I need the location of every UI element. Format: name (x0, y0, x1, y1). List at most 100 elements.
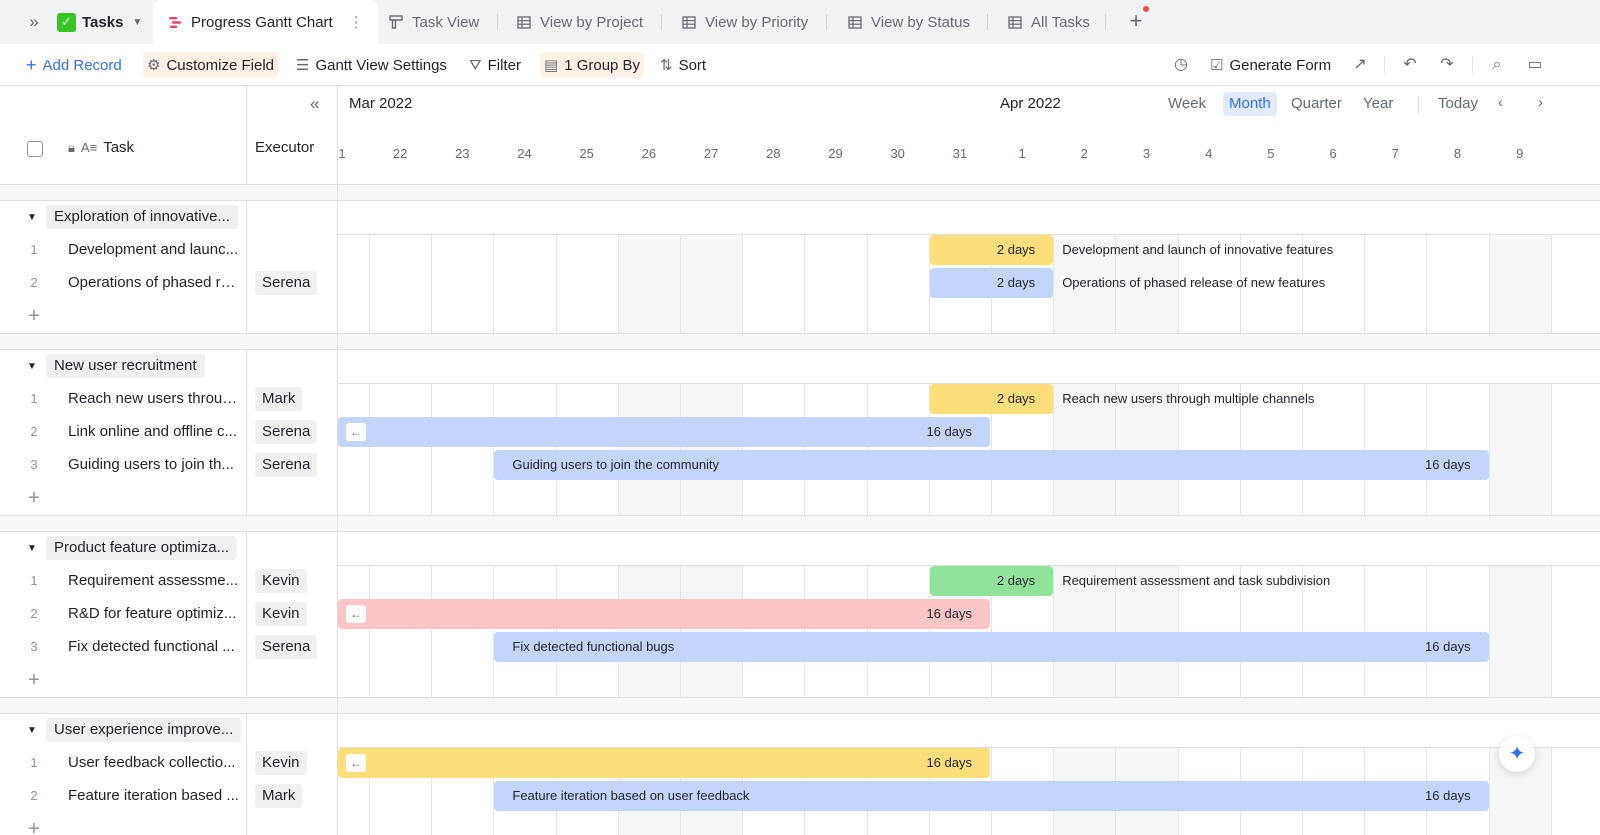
table-row[interactable]: 2 Link online and offline c... Serena (0, 416, 337, 449)
gantt-bar[interactable]: ← 16 days (338, 748, 990, 778)
task-cell[interactable]: Link online and offline c... (68, 423, 240, 440)
table-row[interactable]: 3 Fix detected functional ... Serena (0, 631, 337, 664)
add-record-button[interactable]: + Add Record (22, 52, 126, 78)
row-number: 1 (30, 755, 38, 770)
task-cell[interactable]: Reach new users throug... (68, 390, 240, 407)
group-header[interactable]: ▼ User experience improve... (0, 713, 337, 747)
comment-icon[interactable]: ▭ (1524, 54, 1546, 76)
caret-down-icon[interactable]: ▼ (27, 361, 37, 372)
chevron-left-icon[interactable]: ‹ (1498, 94, 1503, 111)
undo-icon[interactable]: ↶ (1399, 54, 1421, 76)
caret-down-icon[interactable]: ▼ (27, 212, 37, 223)
row-number: 1 (30, 242, 38, 257)
executor-tag[interactable]: Serena (255, 271, 318, 295)
gantt-bar[interactable]: 2 days (929, 384, 1054, 414)
scale-year[interactable]: Year (1357, 92, 1399, 116)
gantt-bar[interactable]: Guiding users to join the community 16 da… (494, 450, 1489, 480)
add-row-icon[interactable]: + (25, 488, 43, 508)
group-by-button[interactable]: ▤ 1 Group By (540, 52, 645, 78)
table-row[interactable]: 1 Reach new users throug... Mark (0, 383, 337, 416)
day-tick-label: 9 (1516, 146, 1524, 161)
executor-tag[interactable]: Kevin (255, 751, 307, 775)
sort-icon: ⇅ (660, 57, 673, 74)
executor-tag[interactable]: Kevin (255, 569, 307, 593)
group-by-label: 1 Group By (564, 56, 641, 74)
scale-month[interactable]: Month (1223, 92, 1277, 116)
gantt-bar[interactable]: 2 days (929, 235, 1054, 265)
add-row-icon[interactable]: + (25, 819, 43, 835)
generate-form-button[interactable]: ☑ Generate Form (1206, 52, 1335, 78)
tab-view-by-project[interactable]: View by Project (516, 0, 643, 44)
gantt-bar[interactable]: 2 days (929, 268, 1054, 298)
task-column-header[interactable]: 🔒︎ A≡ Task (68, 139, 134, 156)
day-tick-label: 3 (1142, 146, 1151, 161)
task-cell[interactable]: Operations of phased re... (68, 274, 240, 291)
task-cell[interactable]: R&D for feature optimiz... (68, 605, 240, 622)
task-cell[interactable]: Fix detected functional ... (68, 638, 240, 655)
tab-progress-gantt-chart[interactable]: Progress Gantt Chart ⋮ (153, 0, 378, 44)
table-row[interactable]: 2 Operations of phased re... Serena (0, 267, 337, 300)
gantt-bar[interactable]: Fix detected functional bugs 16 days (494, 632, 1489, 662)
app-switcher[interactable]: ✓ Tasks ▼ (57, 10, 142, 34)
executor-tag[interactable]: Mark (255, 784, 303, 808)
day-tick-label: 8 (1453, 146, 1462, 161)
group-header[interactable]: ▼ Product feature optimiza... (0, 531, 337, 565)
expand-sidebar-icon[interactable]: » (22, 11, 46, 33)
executor-tag[interactable]: Mark (255, 387, 303, 411)
filter-button[interactable]: ⛛ Filter (465, 52, 525, 78)
sort-button[interactable]: ⇅ Sort (656, 52, 710, 78)
executor-tag[interactable]: Serena (255, 635, 318, 659)
table-row[interactable]: 2 R&D for feature optimiz... Kevin (0, 598, 337, 631)
scale-quarter[interactable]: Quarter (1285, 92, 1348, 116)
group-header[interactable]: ▼ New user recruitment (0, 349, 337, 383)
tab-view-by-priority[interactable]: View by Priority (681, 0, 808, 44)
task-grid: 🔒︎ A≡ Task Executor « ▼ Exploration of in… (0, 86, 338, 835)
share-icon[interactable]: ↗ (1349, 54, 1371, 76)
group-header-band (338, 200, 1600, 234)
table-row[interactable]: 1 User feedback collectio... Kevin (0, 747, 337, 780)
bar-label: Reach new users through multiple channel… (1062, 391, 1315, 406)
task-cell[interactable]: Feature iteration based ... (68, 787, 240, 804)
day-tick-label: 5 (1267, 146, 1275, 161)
executor-tag[interactable]: Serena (255, 420, 318, 444)
gantt-bar[interactable]: Feature iteration based on user feedback… (494, 781, 1489, 811)
task-cell[interactable]: Requirement assessme... (68, 572, 240, 589)
more-vertical-icon[interactable]: ⋮ (349, 13, 364, 31)
task-cell[interactable]: Development and launc... (68, 241, 240, 258)
table-row[interactable]: 1 Development and launc... (0, 234, 337, 267)
arrow-left-icon[interactable]: ← (346, 605, 366, 623)
customize-field-button[interactable]: ⚙ Customize Field (143, 52, 278, 78)
arrow-left-icon[interactable]: ← (346, 754, 366, 772)
executor-column-header[interactable]: Executor (255, 139, 314, 156)
add-view-button[interactable]: + (1124, 9, 1148, 33)
table-row[interactable]: 1 Requirement assessme... Kevin (0, 565, 337, 598)
select-all-checkbox[interactable] (27, 141, 43, 157)
gantt-bar[interactable]: 2 days (929, 566, 1054, 596)
table-row[interactable]: 3 Guiding users to join th... Serena (0, 449, 337, 482)
gantt-bar[interactable]: ← 16 days (338, 599, 990, 629)
add-row-icon[interactable]: + (25, 670, 43, 690)
executor-tag[interactable]: Serena (255, 453, 318, 477)
tab-task-view[interactable]: Task View (388, 0, 479, 44)
tab-view-by-status[interactable]: View by Status (847, 0, 970, 44)
group-header[interactable]: ▼ Exploration of innovative... (0, 200, 337, 234)
task-cell[interactable]: User feedback collectio... (68, 754, 240, 771)
gantt-view-settings-button[interactable]: ☰ Gantt View Settings (292, 52, 451, 78)
ai-assistant-button[interactable]: ✦ (1499, 736, 1535, 772)
redo-icon[interactable]: ↷ (1436, 54, 1458, 76)
history-icon[interactable]: ◷ (1170, 54, 1192, 76)
add-row-icon[interactable]: + (25, 306, 43, 326)
arrow-left-icon[interactable]: ← (346, 423, 366, 441)
collapse-grid-icon[interactable]: « (310, 94, 319, 114)
search-records-icon[interactable]: ⌕ (1486, 54, 1508, 76)
gantt-bar[interactable]: ← 16 days (338, 417, 990, 447)
table-row[interactable]: 2 Feature iteration based ... Mark (0, 780, 337, 813)
scale-week[interactable]: Week (1162, 92, 1212, 116)
chevron-right-icon[interactable]: › (1538, 94, 1543, 111)
caret-down-icon[interactable]: ▼ (27, 543, 37, 554)
task-cell[interactable]: Guiding users to join th... (68, 456, 240, 473)
caret-down-icon[interactable]: ▼ (27, 725, 37, 736)
executor-tag[interactable]: Kevin (255, 602, 307, 626)
today-button[interactable]: Today (1432, 92, 1484, 116)
tab-all-tasks[interactable]: All Tasks (1007, 0, 1090, 44)
